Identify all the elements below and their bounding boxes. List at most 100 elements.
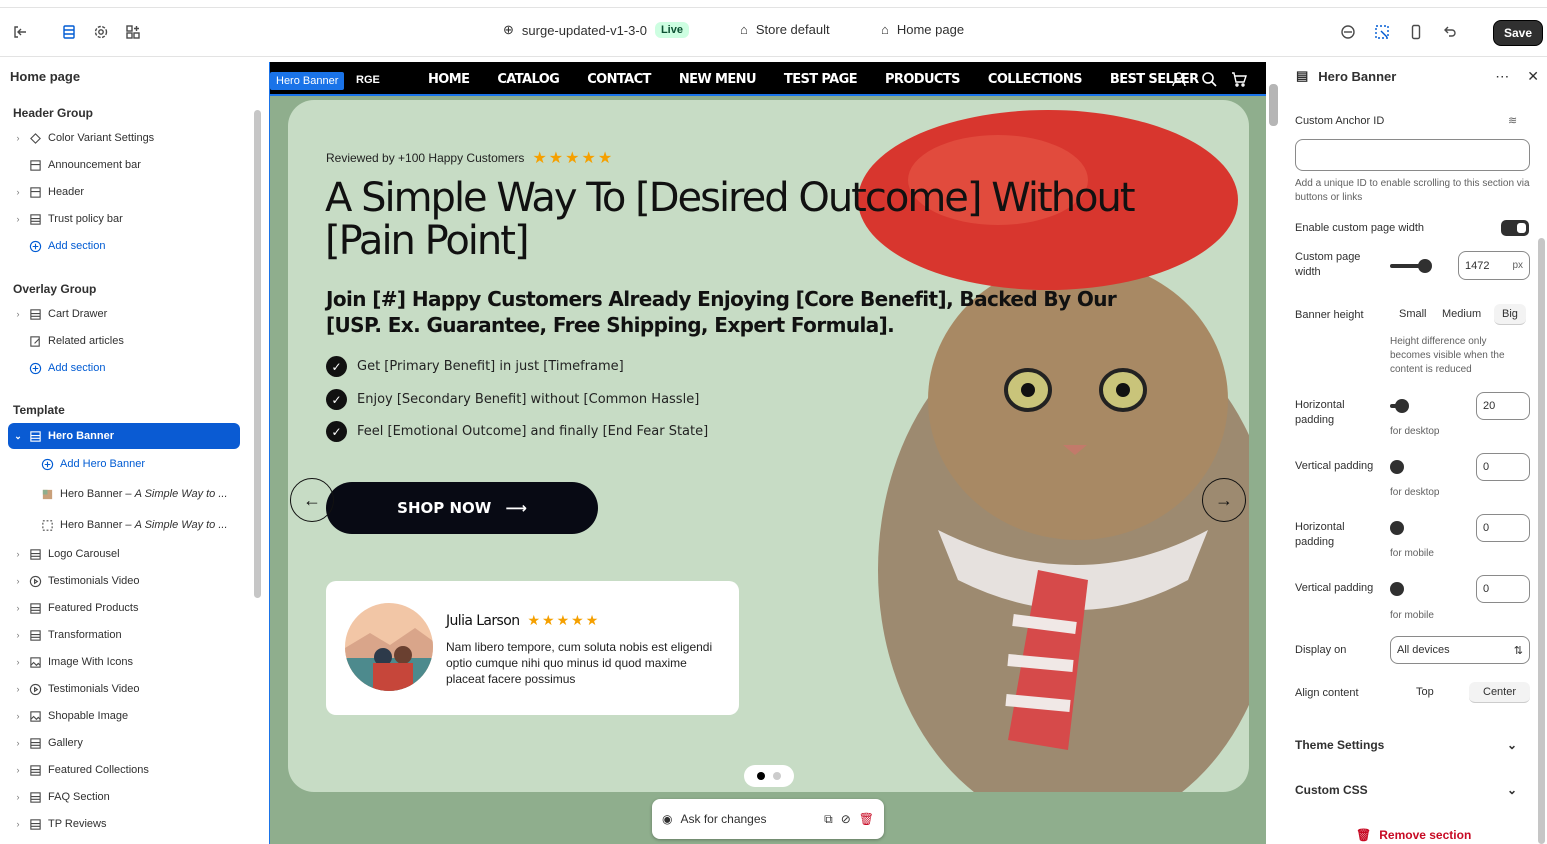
gear-icon[interactable] <box>91 22 111 42</box>
mobile-view-icon[interactable] <box>1406 22 1426 42</box>
sidebar-item-featured-collections[interactable]: › Featured Collections <box>8 758 240 782</box>
slide-dot-active[interactable] <box>757 772 765 780</box>
sidebar-item-color-variant[interactable]: › Color Variant Settings <box>8 126 240 150</box>
sidebar-item-testimonials-video-2[interactable]: › Testimonials Video <box>8 677 240 701</box>
chevron-right-icon[interactable]: › <box>8 711 28 721</box>
chevron-right-icon[interactable]: › <box>8 792 28 802</box>
inspector-icon[interactable] <box>1372 22 1392 42</box>
hero-banner-block-2[interactable]: Hero Banner – A Simple Way to ... <box>40 513 240 537</box>
sidebar-item-logo-carousel[interactable]: › Logo Carousel <box>8 542 240 566</box>
page-selector[interactable]: ⌂ Home page <box>881 22 964 37</box>
chevron-right-icon[interactable]: › <box>8 576 28 586</box>
database-icon[interactable]: ≋ <box>1508 114 1517 127</box>
theme-selector[interactable]: ⊕ surge-updated-v1-3-0 Live <box>503 22 689 38</box>
sidebar-item-faq[interactable]: › FAQ Section <box>8 785 240 809</box>
sidebar-item-announcement[interactable]: Announcement bar <box>8 153 240 177</box>
h-padding-mobile-knob[interactable] <box>1390 521 1404 535</box>
add-section-header[interactable]: Add section <box>8 234 240 258</box>
v-padding-mobile-knob[interactable] <box>1390 582 1404 596</box>
chevron-right-icon[interactable]: › <box>8 738 28 748</box>
height-small[interactable]: Small <box>1391 304 1435 324</box>
store-logo[interactable]: RGE <box>356 74 380 86</box>
custom-width-toggle[interactable] <box>1501 220 1529 236</box>
chevron-right-icon[interactable]: › <box>8 214 28 224</box>
anchor-id-input[interactable] <box>1295 139 1530 171</box>
next-slide-button[interactable]: → <box>1202 478 1246 522</box>
save-button[interactable]: Save <box>1492 20 1543 46</box>
add-hero-banner-block[interactable]: Add Hero Banner <box>40 452 240 476</box>
cart-icon[interactable] <box>1231 71 1247 92</box>
sidebar-item-image-with-icons[interactable]: › Image With Icons <box>8 650 240 674</box>
sidebar-item-hero-banner[interactable]: ⌄ Hero Banner <box>8 423 240 449</box>
duplicate-icon[interactable]: ⧉ <box>824 812 833 827</box>
chevron-right-icon[interactable]: › <box>8 684 28 694</box>
theme-settings-toggle[interactable]: Theme Settings ⌄ <box>1295 738 1517 752</box>
align-top[interactable]: Top <box>1408 682 1442 702</box>
remove-section-button[interactable]: 🗑 Remove section <box>1356 828 1471 842</box>
sidebar-item-tp-reviews[interactable]: › TP Reviews <box>8 812 240 836</box>
chevron-right-icon[interactable]: › <box>8 765 28 775</box>
sidebar-item-gallery[interactable]: › Gallery <box>8 731 240 755</box>
sidebar-item-testimonials-video[interactable]: › Testimonials Video <box>8 569 240 593</box>
sidebar-item-related-articles[interactable]: Related articles <box>8 329 240 353</box>
h-padding-input[interactable]: 20 <box>1476 392 1530 420</box>
nav-products[interactable]: PRODUCTS <box>885 72 961 87</box>
align-center[interactable]: Center <box>1469 682 1531 703</box>
close-icon[interactable]: ✕ <box>1527 68 1539 85</box>
ask-for-changes-button[interactable]: Ask for changes <box>680 812 816 826</box>
prev-slide-button[interactable]: ← <box>290 478 334 522</box>
sidebar-item-shopable-image[interactable]: › Shopable Image <box>8 704 240 728</box>
chevron-right-icon[interactable]: › <box>8 549 28 559</box>
chevron-right-icon[interactable]: › <box>8 630 28 640</box>
chevron-right-icon[interactable]: › <box>8 819 28 829</box>
nav-contact[interactable]: CONTACT <box>587 72 651 87</box>
slider-knob[interactable] <box>1395 399 1409 413</box>
chevron-right-icon[interactable]: › <box>8 187 28 197</box>
chevron-right-icon[interactable]: › <box>8 657 28 667</box>
store-selector[interactable]: ⌂ Store default <box>740 22 830 37</box>
height-medium[interactable]: Medium <box>1434 304 1489 324</box>
sidebar-item-trust-policy[interactable]: › Trust policy bar <box>8 207 240 231</box>
hero-banner-block-1[interactable]: Hero Banner – A Simple Way to ... <box>40 482 240 506</box>
undo-icon[interactable] <box>1440 22 1460 42</box>
shop-now-button[interactable]: SHOP NOW ⟶ <box>326 482 598 534</box>
nav-new-menu[interactable]: NEW MENU <box>679 72 757 87</box>
chevron-right-icon[interactable]: › <box>8 309 28 319</box>
chevron-right-icon[interactable]: › <box>8 133 28 143</box>
sidebar-item-header[interactable]: › Header <box>8 180 240 204</box>
nav-collections[interactable]: COLLECTIONS <box>988 72 1083 87</box>
slider-knob[interactable] <box>1418 259 1432 273</box>
nav-test-page[interactable]: TEST PAGE <box>784 72 858 87</box>
sidebar-item-transformation[interactable]: › Transformation <box>8 623 240 647</box>
apps-icon[interactable] <box>123 22 143 42</box>
ai-icon[interactable] <box>1338 22 1358 42</box>
chevron-down-icon[interactable]: ⌄ <box>8 431 28 442</box>
delete-icon[interactable]: 🗑 <box>859 812 874 826</box>
h-padding-mobile-input[interactable]: 0 <box>1476 514 1530 542</box>
more-icon[interactable]: ⋯ <box>1495 68 1509 85</box>
display-on-select[interactable]: All devices ⇅ <box>1390 636 1530 664</box>
preview-scrollbar[interactable] <box>1269 84 1278 126</box>
hide-icon[interactable]: ⊘ <box>841 812 851 826</box>
v-padding-mobile-input[interactable]: 0 <box>1476 575 1530 603</box>
account-icon[interactable] <box>1171 71 1187 92</box>
sidebar-scrollbar[interactable] <box>254 98 261 598</box>
page-width-input[interactable]: 1472 px <box>1458 251 1530 280</box>
panel-scrollbar[interactable] <box>1538 238 1545 844</box>
sections-icon[interactable] <box>59 22 79 42</box>
v-padding-slider-knob[interactable] <box>1390 460 1404 474</box>
sidebar-item-featured-products[interactable]: › Featured Products <box>8 596 240 620</box>
height-big[interactable]: Big <box>1494 304 1526 325</box>
exit-icon[interactable] <box>10 22 30 42</box>
search-icon[interactable] <box>1201 71 1217 92</box>
chevron-right-icon[interactable]: › <box>8 603 28 613</box>
custom-css-toggle[interactable]: Custom CSS ⌄ <box>1295 783 1517 797</box>
section-tag[interactable]: Hero Banner <box>270 72 345 90</box>
sidebar-item-cart-drawer[interactable]: › Cart Drawer <box>8 302 240 326</box>
nav-home[interactable]: HOME <box>428 72 470 87</box>
add-section-overlay[interactable]: Add section <box>8 356 240 380</box>
scrollbar-thumb[interactable] <box>254 110 261 598</box>
nav-catalog[interactable]: CATALOG <box>497 72 559 87</box>
v-padding-input[interactable]: 0 <box>1476 453 1530 481</box>
slide-dot[interactable] <box>773 772 781 780</box>
